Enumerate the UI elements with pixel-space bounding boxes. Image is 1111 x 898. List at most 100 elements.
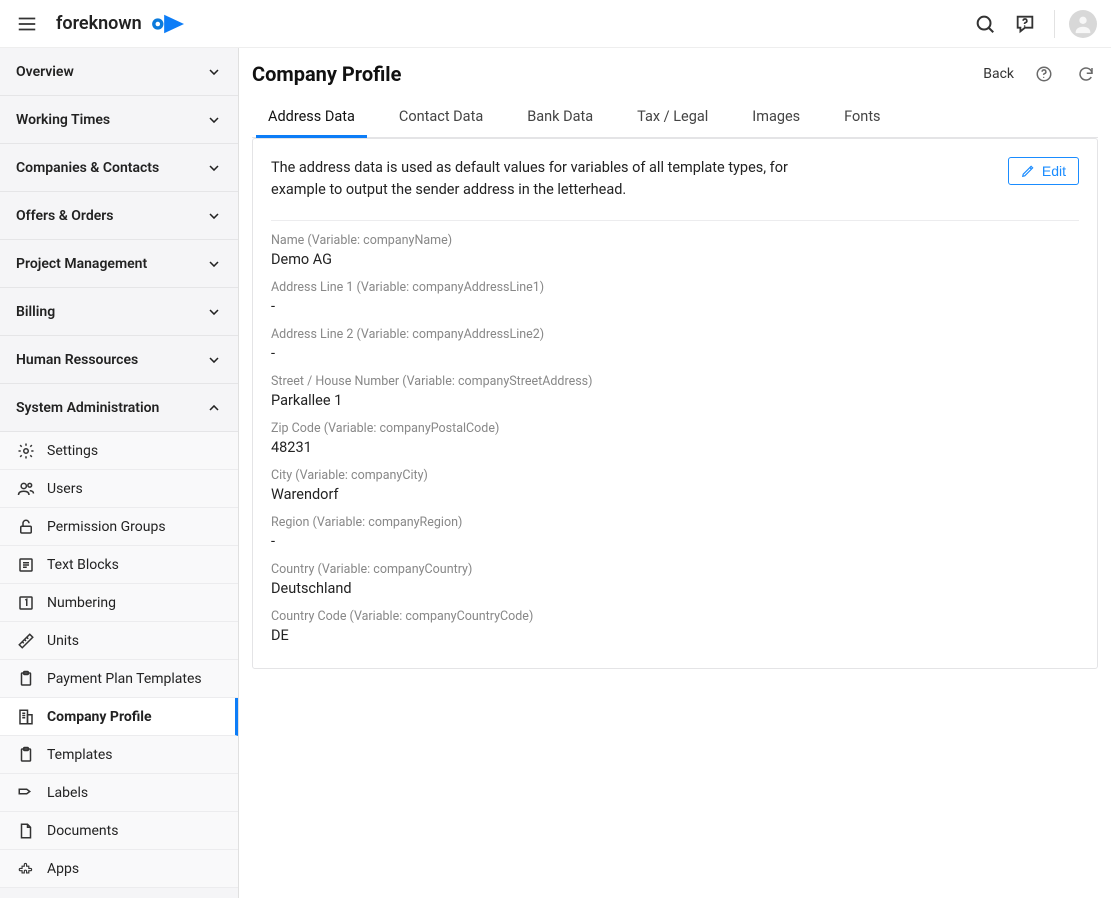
sidebar-item-payment-plan-templates[interactable]: Payment Plan Templates (0, 660, 238, 698)
field-label: Zip Code (Variable: companyPostalCode) (271, 421, 1079, 436)
help-circle-icon (1035, 65, 1053, 83)
field-value: Deutschland (271, 580, 1079, 597)
search-button[interactable] (970, 9, 1000, 39)
user-avatar[interactable] (1069, 10, 1097, 38)
tab-address-data[interactable]: Address Data (264, 96, 359, 137)
chevron-up-icon (206, 400, 222, 416)
sidebar-item-label: Labels (47, 785, 88, 801)
field-country-code: Country Code (Variable: companyCountryCo… (271, 609, 1079, 644)
field-value: Demo AG (271, 251, 1079, 268)
sidebar-section-label: Overview (16, 64, 74, 80)
sidebar-item-label: Settings (47, 443, 98, 459)
brand-name: foreknown (56, 13, 142, 34)
sidebar-item-apps[interactable]: Apps (0, 850, 238, 888)
sysadmin-submenu: Settings Users Permission Groups Text Bl… (0, 432, 238, 888)
field-value: - (271, 345, 1079, 362)
sidebar-item-templates[interactable]: Templates (0, 736, 238, 774)
field-label: Region (Variable: companyRegion) (271, 515, 1079, 530)
sidebar-item-label: Templates (47, 747, 113, 763)
sidebar-section-working-times[interactable]: Working Times (0, 96, 238, 144)
sidebar-item-permission-groups[interactable]: Permission Groups (0, 508, 238, 546)
search-icon (974, 13, 996, 35)
field-value: - (271, 533, 1079, 550)
sidebar-item-label: Apps (47, 861, 79, 877)
separator (271, 220, 1079, 221)
sidebar-section-overview[interactable]: Overview (0, 48, 238, 96)
sidebar-item-label: Payment Plan Templates (47, 671, 202, 687)
tab-bank-data[interactable]: Bank Data (523, 96, 597, 137)
lock-open-icon (16, 517, 35, 536)
sidebar-item-numbering[interactable]: Numbering (0, 584, 238, 622)
hamburger-menu-button[interactable] (12, 9, 42, 39)
sidebar-item-company-profile[interactable]: Company Profile (0, 698, 238, 736)
chevron-down-icon (206, 352, 222, 368)
page-title: Company Profile (252, 62, 401, 86)
sidebar-item-label: Users (47, 481, 83, 497)
sidebar-item-text-blocks[interactable]: Text Blocks (0, 546, 238, 584)
hamburger-icon (16, 13, 38, 35)
field-label: Country Code (Variable: companyCountryCo… (271, 609, 1079, 624)
page-help-button[interactable] (1032, 62, 1056, 86)
sidebar-item-settings[interactable]: Settings (0, 432, 238, 470)
field-label: City (Variable: companyCity) (271, 468, 1079, 483)
help-button[interactable] (1010, 9, 1040, 39)
refresh-button[interactable] (1074, 62, 1098, 86)
address-data-card: The address data is used as default valu… (252, 138, 1098, 669)
clipboard-icon (16, 745, 35, 764)
sidebar-item-documents[interactable]: Documents (0, 812, 238, 850)
field-label: Address Line 2 (Variable: companyAddress… (271, 327, 1079, 342)
avatar-icon (1072, 13, 1094, 35)
sidebar-section-system-administration[interactable]: System Administration (0, 384, 238, 432)
chevron-down-icon (206, 208, 222, 224)
card-description: The address data is used as default valu… (271, 157, 831, 202)
top-bar: foreknown (0, 0, 1111, 48)
field-street: Street / House Number (Variable: company… (271, 374, 1079, 409)
field-label: Address Line 1 (Variable: companyAddress… (271, 280, 1079, 295)
brand-logo[interactable]: foreknown (56, 13, 184, 35)
sidebar-item-labels[interactable]: Labels (0, 774, 238, 812)
back-link[interactable]: Back (983, 66, 1014, 82)
users-icon (16, 479, 35, 498)
field-region: Region (Variable: companyRegion) - (271, 515, 1079, 550)
building-icon (16, 707, 35, 726)
edit-button-label: Edit (1042, 163, 1066, 179)
field-value: 48231 (271, 439, 1079, 456)
ruler-icon (16, 631, 35, 650)
sidebar-section-label: Working Times (16, 112, 110, 128)
field-address-line-2: Address Line 2 (Variable: companyAddress… (271, 327, 1079, 362)
sidebar-section-companies-contacts[interactable]: Companies & Contacts (0, 144, 238, 192)
sidebar-item-users[interactable]: Users (0, 470, 238, 508)
sidebar-section-human-resources[interactable]: Human Ressources (0, 336, 238, 384)
edit-button[interactable]: Edit (1008, 157, 1079, 185)
sidebar-section-label: Billing (16, 304, 55, 320)
document-icon (16, 821, 35, 840)
sidebar-item-units[interactable]: Units (0, 622, 238, 660)
tab-tax-legal[interactable]: Tax / Legal (633, 96, 712, 137)
clipboard-icon (16, 669, 35, 688)
sidebar-section-billing[interactable]: Billing (0, 288, 238, 336)
chevron-down-icon (206, 256, 222, 272)
chevron-down-icon (206, 160, 222, 176)
help-chat-icon (1014, 13, 1036, 35)
field-value: DE (271, 627, 1079, 644)
tag-icon (16, 783, 35, 802)
main-content: Company Profile Back Address Data Contac… (239, 48, 1111, 898)
tab-images[interactable]: Images (748, 96, 804, 137)
sidebar: Overview Working Times Companies & Conta… (0, 48, 239, 898)
divider (1054, 10, 1055, 38)
field-city: City (Variable: companyCity) Warendorf (271, 468, 1079, 503)
chevron-down-icon (206, 112, 222, 128)
sidebar-item-label: Permission Groups (47, 519, 166, 535)
sidebar-section-label: Offers & Orders (16, 208, 113, 224)
field-label: Street / House Number (Variable: company… (271, 374, 1079, 389)
field-label: Country (Variable: companyCountry) (271, 562, 1079, 577)
tab-bar: Address Data Contact Data Bank Data Tax … (252, 96, 1098, 138)
field-address-line-1: Address Line 1 (Variable: companyAddress… (271, 280, 1079, 315)
tab-contact-data[interactable]: Contact Data (395, 96, 487, 137)
sidebar-section-project-management[interactable]: Project Management (0, 240, 238, 288)
sidebar-section-offers-orders[interactable]: Offers & Orders (0, 192, 238, 240)
tab-fonts[interactable]: Fonts (840, 96, 884, 137)
field-value: Warendorf (271, 486, 1079, 503)
sidebar-item-label: Company Profile (47, 709, 152, 725)
field-zip: Zip Code (Variable: companyPostalCode) 4… (271, 421, 1079, 456)
